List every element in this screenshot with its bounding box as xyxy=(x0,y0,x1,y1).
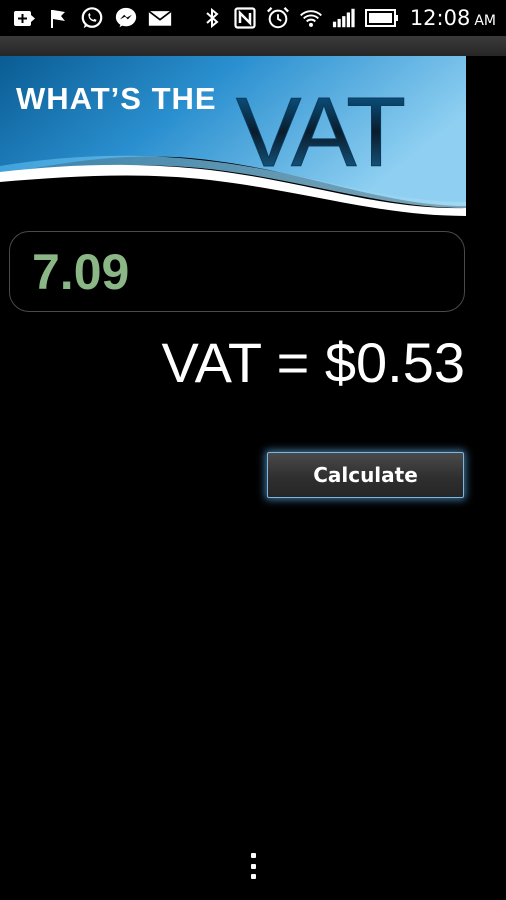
nfc-icon xyxy=(233,6,257,30)
bluetooth-icon xyxy=(200,6,224,30)
alarm-icon xyxy=(266,6,290,30)
overflow-dot xyxy=(250,874,256,879)
mail-icon xyxy=(148,6,172,30)
add-notification-icon xyxy=(12,6,36,30)
banner-title: VAT xyxy=(236,77,404,187)
app-screen: 12:08 AM WHAT’S THE VAT 7.09 VAT = $0.53… xyxy=(0,0,506,900)
signal-icon xyxy=(332,6,356,30)
amount-input[interactable] xyxy=(32,242,432,301)
notification-icons xyxy=(0,6,172,30)
banner-subtitle: WHAT’S THE xyxy=(16,81,217,116)
action-bar xyxy=(0,36,506,56)
amount-field[interactable] xyxy=(9,231,465,312)
calculate-button[interactable]: Calculate xyxy=(267,452,464,498)
clock-ampm: AM xyxy=(474,13,496,29)
overflow-dot xyxy=(250,863,256,869)
overflow-dot xyxy=(250,853,256,858)
vat-result: VAT = $0.53 xyxy=(161,331,465,394)
messenger-icon xyxy=(114,6,138,30)
battery-icon xyxy=(364,6,399,30)
flag-icon xyxy=(46,6,70,30)
calculate-button-label: Calculate xyxy=(313,463,418,487)
wifi-icon xyxy=(299,6,323,30)
clock-time: 12:08 xyxy=(409,6,471,30)
status-bar: 12:08 AM xyxy=(0,0,506,36)
system-icons: 12:08 AM xyxy=(200,6,506,30)
overflow-menu-icon[interactable] xyxy=(248,853,258,879)
app-banner: WHAT’S THE VAT xyxy=(0,56,466,216)
whatsapp-icon xyxy=(80,6,104,30)
clock: 12:08 AM xyxy=(410,6,496,30)
